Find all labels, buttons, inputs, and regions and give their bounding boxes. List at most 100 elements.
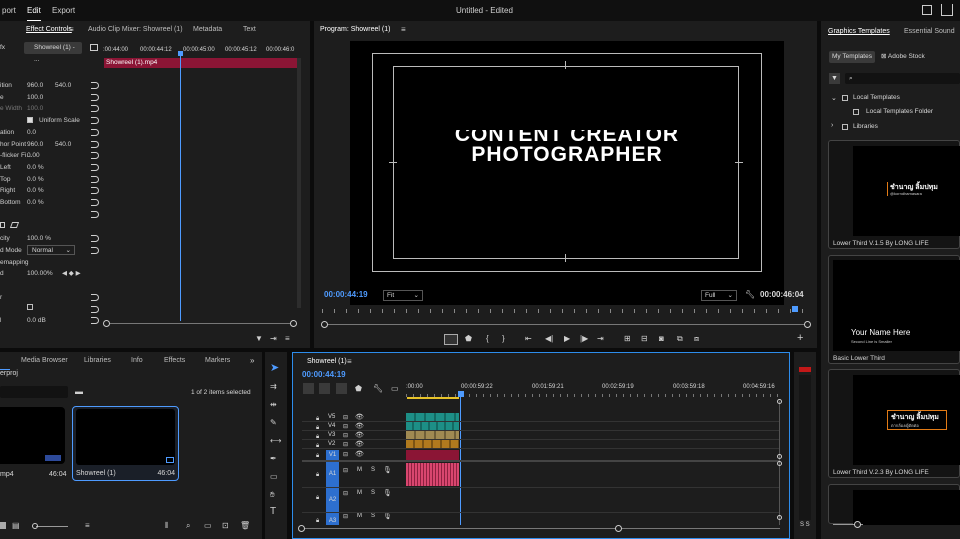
timeline-timecode[interactable]: 00:00:44:19 (302, 370, 346, 379)
selection-tool-icon[interactable]: ➤ (270, 363, 279, 374)
bypass-checkbox[interactable] (27, 304, 33, 310)
tab-libraries[interactable]: Libraries (84, 352, 111, 370)
clip-v1[interactable] (406, 450, 459, 460)
folder-icon[interactable]: ▬ (75, 387, 83, 397)
menu-item-export[interactable]: Export (52, 0, 75, 21)
clip-bar[interactable]: Showreel (1).mp4 (104, 58, 297, 68)
mark-out-icon[interactable]: } (502, 334, 505, 343)
program-playhead[interactable] (792, 306, 798, 312)
clip-v2[interactable] (406, 440, 459, 448)
chevron-down-icon[interactable]: ⌄ (831, 94, 837, 102)
lock-icon[interactable]: 🔒︎ (316, 516, 319, 526)
toggle-timeline-icon[interactable] (90, 44, 98, 51)
step-forward-icon[interactable]: |▶ (580, 334, 588, 343)
reset-icon[interactable] (91, 105, 99, 112)
reset-icon[interactable] (91, 141, 99, 148)
reset-icon[interactable] (91, 235, 99, 242)
fullscreen-icon[interactable] (922, 5, 932, 15)
search-input[interactable] (0, 386, 68, 398)
mic-icon[interactable]: 🎙︎ (383, 489, 392, 499)
zoom-scrollbar[interactable] (106, 323, 296, 324)
search-input[interactable]: ⌕ (845, 73, 960, 84)
scrollbar[interactable] (297, 58, 301, 308)
source-selector[interactable]: Showreel (1) - ... (24, 42, 82, 63)
reset-icon[interactable] (91, 82, 99, 89)
track-label[interactable]: V3 (328, 432, 335, 438)
eye-icon[interactable]: 👁︎ (355, 450, 364, 460)
timeline-playhead-handle[interactable] (458, 391, 464, 397)
mute-button[interactable]: M (357, 490, 362, 496)
go-to-out-icon[interactable]: ⇥ (597, 334, 604, 343)
zoom-handle-left[interactable] (298, 525, 305, 532)
prop-value[interactable]: 0.0 (27, 127, 36, 138)
local-templates-checkbox[interactable] (842, 95, 848, 101)
program-title[interactable]: Program: Showreel (1) (320, 21, 390, 39)
zoom-select[interactable]: Fit ⌄ (383, 290, 423, 301)
media-thumb[interactable] (0, 407, 65, 464)
my-templates-tab[interactable]: My Templates (829, 51, 875, 63)
rectangle-icon[interactable]: ▭ (270, 472, 278, 482)
ripple-edit-icon[interactable]: ⇹ (270, 400, 277, 410)
template-card[interactable] (828, 484, 960, 525)
solo-button[interactable]: S (371, 467, 375, 473)
tab-essential-sound[interactable]: Essential Sound (904, 23, 955, 41)
icon-view-button[interactable] (0, 522, 6, 529)
camera-icon[interactable]: ◙ (659, 334, 664, 343)
tab-info[interactable]: Info (131, 352, 143, 370)
track-label-v1[interactable]: V1 (326, 450, 339, 460)
solo-button[interactable]: S (371, 490, 375, 496)
tab-media-browser[interactable]: Media Browser (21, 352, 68, 370)
template-card[interactable]: ชำนาญ ลิ้มปทุม @korndhamasara Lower Thir… (828, 140, 960, 249)
insert-sequence-icon[interactable] (336, 383, 347, 394)
captions-icon[interactable]: ▭ (391, 384, 399, 394)
timeline-title[interactable]: Showreel (1) (307, 353, 347, 371)
tab-graphics-templates[interactable]: Graphics Templates (828, 23, 890, 41)
add-marker-icon[interactable]: ⬟ (355, 384, 362, 394)
prop-value[interactable]: 0.0 % (27, 162, 44, 173)
solo-left[interactable]: S S (800, 522, 810, 528)
add-button-icon[interactable]: + (797, 332, 803, 344)
menu-icon[interactable]: ≡ (347, 357, 352, 367)
zoom-handle-left[interactable] (103, 320, 110, 327)
prop-value[interactable]: 960.0 (27, 139, 43, 150)
reset-icon[interactable] (91, 317, 99, 324)
speed-value[interactable]: 100.00% (27, 268, 53, 279)
step-back-icon[interactable]: ◀| (545, 334, 553, 343)
zoom-handle-right[interactable] (804, 321, 811, 328)
reset-icon[interactable] (91, 129, 99, 136)
razor-icon[interactable]: ✎ (270, 418, 277, 428)
prop-value[interactable]: 0.0 % (27, 174, 44, 185)
trash-icon[interactable]: 🗑︎ (240, 521, 250, 531)
folder-checkbox[interactable] (853, 109, 859, 115)
sequence-thumb[interactable]: Showreel (1) 46:04 (72, 406, 179, 481)
more-tabs-icon[interactable]: » (250, 356, 254, 366)
tree-item-local-templates[interactable]: Local Templates (853, 94, 900, 101)
reset-icon[interactable] (91, 294, 99, 301)
clip-a1[interactable] (406, 463, 459, 486)
mask-pen-icon[interactable] (9, 222, 20, 228)
clip-indicator[interactable] (799, 367, 811, 372)
timeline-playhead[interactable] (460, 393, 461, 525)
mark-in-icon[interactable]: { (486, 334, 489, 343)
lift-icon[interactable]: ⊞ (624, 334, 631, 343)
work-area-bar[interactable] (407, 397, 459, 399)
proxy-icon[interactable]: ⧈ (694, 334, 699, 344)
sync-lock-icon[interactable]: ⊟ (343, 489, 348, 499)
lock-icon[interactable]: 🔒︎ (316, 493, 319, 503)
prop-value[interactable]: 0.0 % (27, 197, 44, 208)
prop-value[interactable]: 540.0 (55, 80, 71, 91)
filter-icon[interactable]: ▼ (829, 73, 840, 84)
reset-icon[interactable] (91, 211, 99, 218)
reset-icon[interactable] (91, 306, 99, 313)
zoom-handle-left[interactable] (321, 321, 328, 328)
quality-select[interactable]: Full ⌄ (701, 290, 737, 301)
scroll-handle[interactable] (777, 399, 782, 404)
clip-v3[interactable] (406, 431, 459, 439)
blend-mode-select[interactable]: Normal ⌄ (27, 245, 75, 255)
playhead-line[interactable] (180, 51, 181, 321)
tab-effect-controls[interactable]: Effect Controls (26, 21, 72, 39)
solo-button[interactable]: S (371, 513, 375, 519)
track-label[interactable]: V5 (328, 414, 335, 420)
menu-icon[interactable]: ≡ (69, 25, 74, 35)
menu-item-edit[interactable]: Edit (27, 0, 41, 21)
